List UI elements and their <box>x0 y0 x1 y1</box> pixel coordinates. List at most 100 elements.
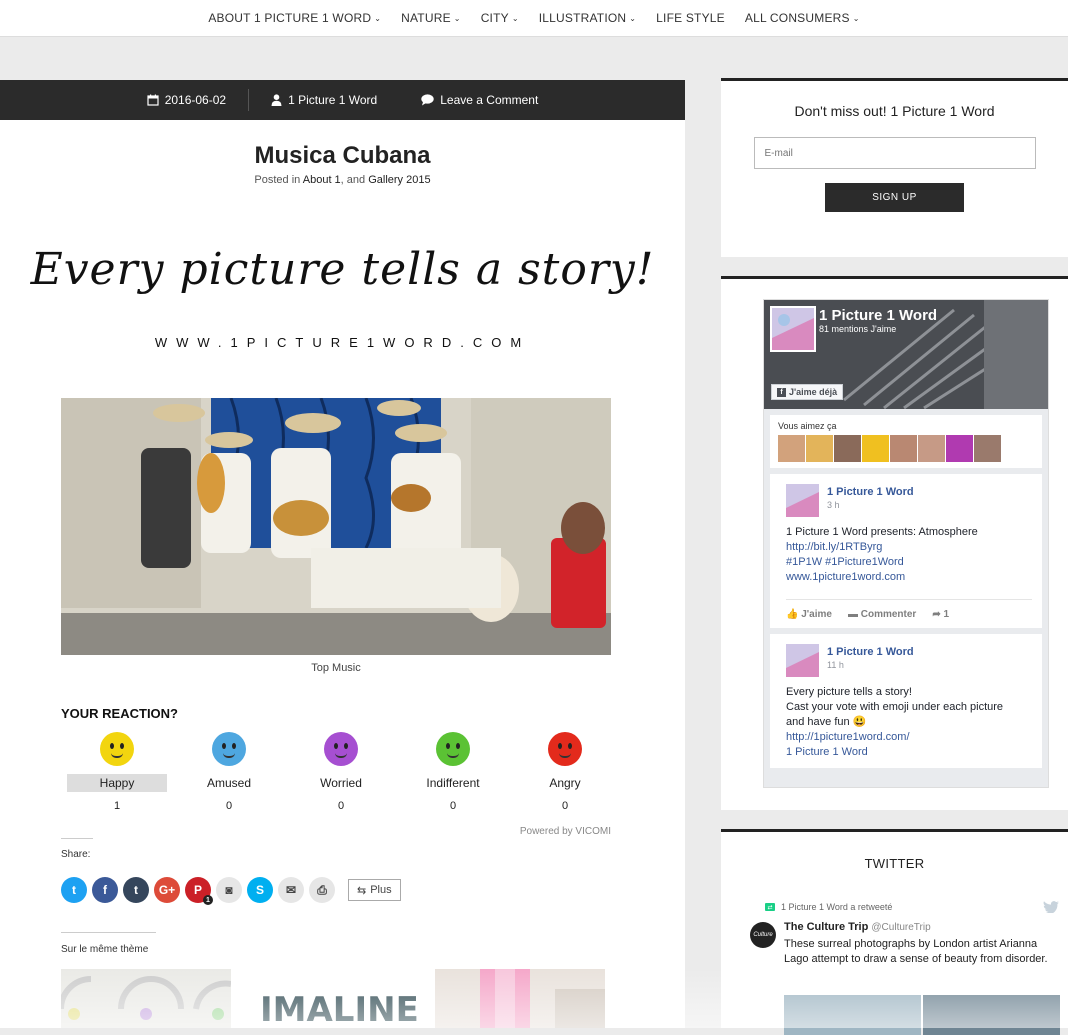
twitter-widget: TWITTER ⇄ 1 Picture 1 Word a retweeté Cu… <box>721 829 1068 1035</box>
facebook-like-count: 81 mentions J'aime <box>819 324 897 334</box>
facebook-like-action[interactable]: 👍 J'aime <box>786 609 832 620</box>
reaction-label[interactable]: Happy <box>67 774 167 792</box>
share-print-button[interactable]: ⎙ <box>309 877 335 903</box>
related-thumbnail-emoji <box>61 969 231 1028</box>
tweet-author-avatar[interactable]: Culture <box>750 922 776 948</box>
reaction-amused[interactable]: Amused 0 <box>173 732 285 812</box>
nav-item-label: LIFE STYLE <box>656 11 725 25</box>
share-pinterest-button[interactable]: P1 <box>185 877 213 905</box>
related-thumbnail-photo <box>435 969 605 1028</box>
leave-comment-link[interactable]: Leave a Comment <box>399 93 560 107</box>
friend-avatar[interactable] <box>862 435 889 462</box>
retweet-icon: ⇄ <box>765 903 775 911</box>
friend-avatar[interactable] <box>806 435 833 462</box>
post-photo[interactable] <box>61 398 611 655</box>
share-more-button[interactable]: ⇆ Plus <box>348 879 401 901</box>
reaction-count: 0 <box>561 800 569 812</box>
category-link-about[interactable]: About 1 <box>303 174 341 186</box>
friend-avatar[interactable] <box>974 435 1001 462</box>
post-date[interactable]: 2016-06-02 <box>125 93 248 107</box>
facebook-post-time[interactable]: 3 h <box>827 500 914 510</box>
related-post-2[interactable]: IMALINE <box>248 969 418 1028</box>
reaction-worried[interactable]: Worried 0 <box>285 732 397 812</box>
nav-item-all-consumers[interactable]: ALL CONSUMERS ⌄ <box>735 11 870 25</box>
facebook-post-author[interactable]: 1 Picture 1 Word <box>827 486 914 498</box>
posted-join: , and <box>340 174 366 186</box>
reaction-count: 0 <box>225 800 233 812</box>
related-post-3[interactable] <box>435 969 605 1028</box>
facebook-like-button[interactable]: f J'aime déjà <box>771 384 844 400</box>
tweet-media[interactable] <box>784 995 1060 1035</box>
facebook-page-avatar[interactable] <box>770 306 816 352</box>
friend-avatar[interactable] <box>890 435 917 462</box>
post-meta-bar: 2016-06-02 1 Picture 1 Word Leave a Comm… <box>0 80 685 120</box>
share-email-button[interactable]: ✉ <box>278 877 304 903</box>
share-more-label: Plus <box>370 884 392 896</box>
facebook-post-link[interactable]: www.1picture1word.com <box>786 570 1032 585</box>
tweet-image[interactable] <box>923 995 1060 1035</box>
nav-item-city[interactable]: CITY ⌄ <box>471 11 529 25</box>
reaction-label[interactable]: Indifferent <box>403 774 503 792</box>
share-google-plus-button[interactable]: G+ <box>154 877 180 903</box>
nav-item-label: ALL CONSUMERS <box>744 11 850 25</box>
tweet-author[interactable]: The Culture Trip @CultureTrip <box>784 921 931 933</box>
facebook-post-body: 1 Picture 1 Word presents: Atmosphere ht… <box>786 525 1032 585</box>
divider <box>61 838 93 839</box>
posted-in-label: Posted in <box>254 174 301 186</box>
category-link-gallery[interactable]: Gallery 2015 <box>368 174 430 186</box>
share-buttons: t f t G+ P 1 ◙ S ✉ ⎙ ⇆ Plus <box>61 877 401 905</box>
share-twitter-button[interactable]: t <box>61 877 87 903</box>
facebook-post-body: Every picture tells a story! Cast your v… <box>786 685 1032 760</box>
facebook-post-hashtags[interactable]: #1P1W #1Picture1Word <box>786 555 1032 570</box>
nav-item-nature[interactable]: NATURE ⌄ <box>391 11 471 25</box>
nav-item-illustration[interactable]: ILLUSTRATION ⌄ <box>529 11 646 25</box>
amused-emoji-icon[interactable] <box>212 732 246 766</box>
reaction-angry[interactable]: Angry 0 <box>509 732 621 812</box>
post-categories: Posted in About 1, and Gallery 2015 <box>0 174 685 186</box>
powered-by-text[interactable]: Powered by VICOMI <box>480 826 611 837</box>
facebook-share-action[interactable]: ➦ 1 <box>932 609 949 620</box>
friend-avatar[interactable] <box>918 435 945 462</box>
facebook-page-name[interactable]: 1 Picture 1 Word <box>819 307 937 324</box>
friend-avatar[interactable] <box>834 435 861 462</box>
sign-up-button[interactable]: SIGN UP <box>825 183 964 212</box>
facebook-post-time[interactable]: 11 h <box>827 660 914 670</box>
facebook-post-link[interactable]: http://bit.ly/1RTByrg <box>786 540 1032 555</box>
facebook-post-link[interactable]: 1 Picture 1 Word <box>786 745 1032 760</box>
facebook-post-link[interactable]: http://1picture1word.com/ <box>786 730 1032 745</box>
reaction-indifferent[interactable]: Indifferent 0 <box>397 732 509 812</box>
facebook-post-author[interactable]: 1 Picture 1 Word <box>827 646 914 658</box>
nav-item-life-style[interactable]: LIFE STYLE <box>646 11 735 25</box>
tweet-image[interactable] <box>784 995 921 1035</box>
share-facebook-button[interactable]: f <box>92 877 118 903</box>
facebook-widget: 1 Picture 1 Word 81 mentions J'aime f J'… <box>721 276 1068 810</box>
indifferent-emoji-icon[interactable] <box>436 732 470 766</box>
facebook-post-avatar[interactable] <box>786 484 819 517</box>
reaction-happy[interactable]: Happy 1 <box>61 732 173 812</box>
related-title: Sur le même thème <box>61 944 149 955</box>
reaction-label[interactable]: Worried <box>291 774 391 792</box>
angry-emoji-icon[interactable] <box>548 732 582 766</box>
friend-avatar[interactable] <box>778 435 805 462</box>
facebook-friends-box: Vous aimez ça <box>770 415 1042 468</box>
worried-emoji-icon[interactable] <box>324 732 358 766</box>
nav-item-about-1-picture-1-word[interactable]: ABOUT 1 PICTURE 1 WORD ⌄ <box>198 11 391 25</box>
email-field[interactable] <box>753 137 1036 169</box>
banner-url-text: WWW.1PICTURE1WORD.COM <box>154 335 531 350</box>
reaction-label[interactable]: Angry <box>515 774 615 792</box>
happy-emoji-icon[interactable] <box>100 732 134 766</box>
share-instagram-button[interactable]: ◙ <box>216 877 242 903</box>
tumblr-icon: t <box>134 883 138 897</box>
share-tumblr-button[interactable]: t <box>123 877 149 903</box>
friend-avatar[interactable] <box>946 435 973 462</box>
post-author[interactable]: 1 Picture 1 Word <box>249 93 399 107</box>
facebook-cover[interactable]: 1 Picture 1 Word 81 mentions J'aime f J'… <box>764 300 1048 409</box>
reaction-label[interactable]: Amused <box>179 774 279 792</box>
related-post-1[interactable] <box>61 969 231 1028</box>
facebook-comment-action[interactable]: ▬ Commenter <box>848 609 916 620</box>
facebook-post-avatar[interactable] <box>786 644 819 677</box>
share-skype-button[interactable]: S <box>247 877 273 903</box>
chevron-down-icon: ⌄ <box>629 14 637 23</box>
twitter-bird-icon[interactable] <box>1043 901 1059 913</box>
post-article: 2016-06-02 1 Picture 1 Word Leave a Comm… <box>0 80 685 1028</box>
